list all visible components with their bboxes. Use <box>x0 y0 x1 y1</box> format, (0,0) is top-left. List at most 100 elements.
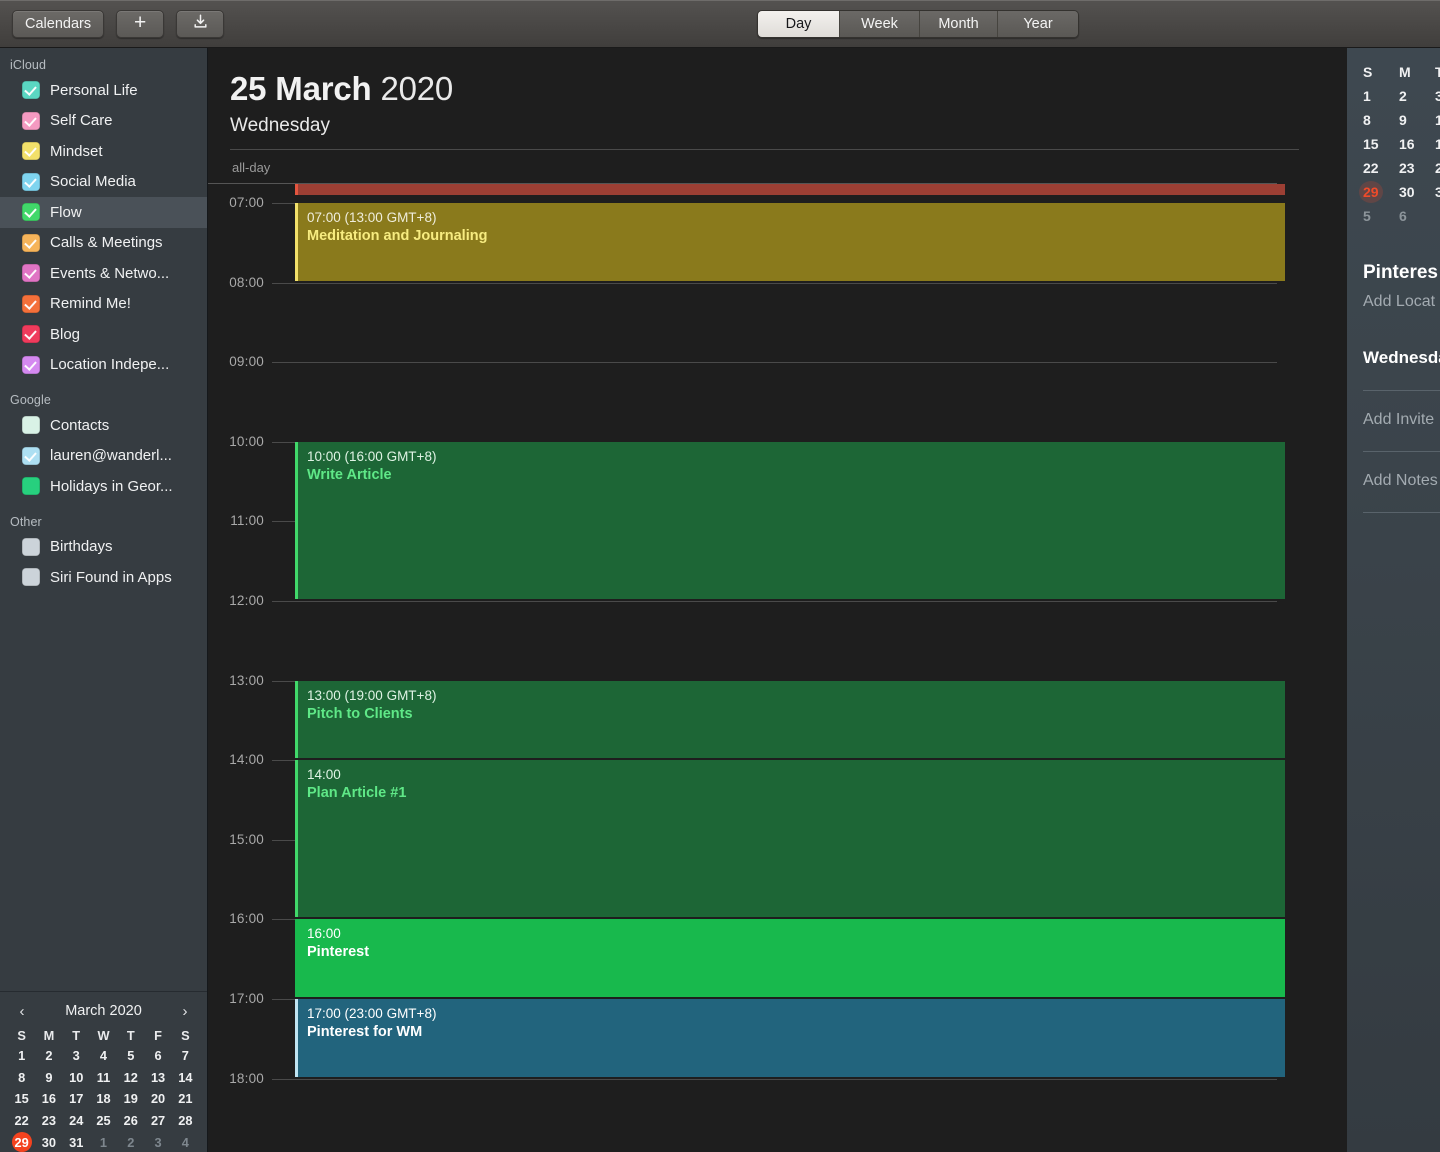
mini-calendar-day[interactable]: 7 <box>172 1045 199 1067</box>
sidebar-item-siri-found-in-apps[interactable]: Siri Found in Apps <box>0 562 207 593</box>
calendar-checkbox-icon[interactable] <box>22 568 40 587</box>
inspector-day[interactable] <box>1435 204 1440 228</box>
mini-calendar-day[interactable]: 28 <box>172 1110 199 1132</box>
mini-calendar-day[interactable]: 20 <box>144 1088 171 1110</box>
inspector-day[interactable]: 3 <box>1435 84 1440 108</box>
calendar-checkbox-icon[interactable] <box>22 172 40 191</box>
calendar-checkbox-icon[interactable] <box>22 142 40 161</box>
inspector-day[interactable]: 8 <box>1363 108 1399 132</box>
inspector-add-notes[interactable]: Add Notes <box>1363 472 1440 490</box>
mini-calendar-day[interactable]: 11 <box>90 1067 117 1089</box>
mini-calendar-day[interactable]: 8 <box>8 1067 35 1089</box>
calendar-checkbox-icon[interactable] <box>22 446 40 465</box>
sidebar-item-mindset[interactable]: Mindset <box>0 136 207 167</box>
calendar-event[interactable]: 16:00 Pinterest <box>295 919 1285 997</box>
add-event-button[interactable]: + <box>116 9 165 38</box>
mini-calendar-day[interactable]: 21 <box>172 1088 199 1110</box>
calendar-checkbox-icon[interactable] <box>22 203 40 222</box>
mini-calendar-day[interactable]: 18 <box>90 1088 117 1110</box>
inspector-day[interactable]: 15 <box>1363 132 1399 156</box>
mini-calendar-day[interactable]: 2 <box>35 1045 62 1067</box>
mini-calendar-day[interactable]: 6 <box>144 1045 171 1067</box>
sidebar-item-flow[interactable]: Flow <box>0 197 207 228</box>
sidebar-item-calls-meetings[interactable]: Calls & Meetings <box>0 228 207 259</box>
mini-calendar-day[interactable]: 31 <box>63 1131 90 1152</box>
calendars-button[interactable]: Calendars <box>12 9 105 38</box>
hour-grid[interactable]: 07:00 08:00 09:00 10:00 11:00 12:00 13:00 14:00… <box>208 190 1297 1152</box>
sidebar-item-blog[interactable]: Blog <box>0 319 207 350</box>
inspector-day[interactable]: 3 <box>1435 180 1440 204</box>
inspector-day[interactable]: 16 <box>1399 132 1435 156</box>
calendar-event[interactable]: 13:00 (19:00 GMT+8) Pitch to Clients <box>295 680 1285 759</box>
chevron-right-icon[interactable]: › <box>177 1003 193 1020</box>
mini-calendar-day[interactable]: 25 <box>90 1110 117 1132</box>
mini-calendar-day[interactable]: 2 <box>117 1131 144 1152</box>
sidebar-item-contacts[interactable]: Contacts <box>0 410 207 441</box>
calendar-list[interactable]: iCloud Personal Life Self Care Mindset Socia… <box>0 48 207 991</box>
sidebar-item-holidays-in-geor[interactable]: Holidays in Geor... <box>0 471 207 502</box>
mini-calendar-day-today[interactable]: 29 <box>8 1131 35 1152</box>
calendar-checkbox-icon[interactable] <box>22 355 40 374</box>
all-day-row[interactable]: all-day <box>208 150 1297 195</box>
mini-calendar-day[interactable]: 4 <box>172 1131 199 1152</box>
mini-calendar[interactable]: ‹ March 2020 › S M T W T F S 1 2 3 4 5 6 7 8 9 10 11 12 13 1… <box>0 991 207 1152</box>
calendar-event[interactable]: 07:00 (13:00 GMT+8) Meditation and Journa… <box>295 203 1285 281</box>
sidebar-item-location-indepe[interactable]: Location Indepe... <box>0 350 207 381</box>
sidebar-item-lauren-wanderl[interactable]: lauren@wanderl... <box>0 441 207 472</box>
sidebar-item-personal-life[interactable]: Personal Life <box>0 75 207 106</box>
mini-calendar-grid[interactable]: S M T W T F S 1 2 3 4 5 6 7 8 9 10 11 12 13 14 15 16 17 18 19 20 21… <box>8 1025 199 1152</box>
inspector-day[interactable]: 2 <box>1399 84 1435 108</box>
inspector-add-invitees[interactable]: Add Invite <box>1363 411 1440 429</box>
mini-calendar-day[interactable]: 3 <box>144 1131 171 1152</box>
inspector-day[interactable]: 9 <box>1399 108 1435 132</box>
calendar-checkbox-icon[interactable] <box>22 81 40 100</box>
inspector-day[interactable]: 1 <box>1435 108 1440 132</box>
mini-calendar-day[interactable]: 16 <box>35 1088 62 1110</box>
calendar-event[interactable]: 14:00 Plan Article #1 <box>295 760 1285 918</box>
inspector-when[interactable]: Wednesda <box>1363 348 1440 368</box>
calendar-event[interactable]: 10:00 (16:00 GMT+8) Write Article <box>295 441 1285 599</box>
mini-calendar-day[interactable]: 22 <box>8 1110 35 1132</box>
tab-day[interactable]: Day <box>758 11 840 37</box>
inspector-day[interactable]: 6 <box>1399 204 1435 228</box>
tab-month[interactable]: Month <box>920 11 998 37</box>
calendar-checkbox-icon[interactable] <box>22 477 40 496</box>
sidebar-item-events-netwo[interactable]: Events & Netwo... <box>0 258 207 289</box>
chevron-left-icon[interactable]: ‹ <box>14 1003 30 1020</box>
calendar-checkbox-icon[interactable] <box>22 325 40 344</box>
calendar-checkbox-icon[interactable] <box>22 111 40 130</box>
tab-week[interactable]: Week <box>840 11 920 37</box>
mini-calendar-day[interactable]: 5 <box>117 1045 144 1067</box>
mini-calendar-day[interactable]: 27 <box>144 1110 171 1132</box>
inspector-day[interactable]: 1 <box>1363 84 1399 108</box>
mini-calendar-day[interactable]: 24 <box>63 1110 90 1132</box>
mini-calendar-day[interactable]: 12 <box>117 1067 144 1089</box>
mini-calendar-day[interactable]: 4 <box>90 1045 117 1067</box>
mini-calendar-day[interactable]: 19 <box>117 1088 144 1110</box>
mini-calendar-day[interactable]: 15 <box>8 1088 35 1110</box>
mini-calendar-day[interactable]: 13 <box>144 1067 171 1089</box>
sidebar-item-social-media[interactable]: Social Media <box>0 167 207 198</box>
mini-calendar-day[interactable]: 1 <box>8 1045 35 1067</box>
calendar-checkbox-icon[interactable] <box>22 537 40 556</box>
inspector-day[interactable]: 23 <box>1399 156 1435 180</box>
sidebar-item-self-care[interactable]: Self Care <box>0 106 207 137</box>
calendar-checkbox-icon[interactable] <box>22 416 40 435</box>
inspector-day[interactable]: 2 <box>1435 156 1440 180</box>
mini-calendar-day[interactable]: 23 <box>35 1110 62 1132</box>
mini-calendar-day[interactable]: 1 <box>90 1131 117 1152</box>
sidebar-item-remind-me[interactable]: Remind Me! <box>0 289 207 320</box>
inspector-day[interactable]: 22 <box>1363 156 1399 180</box>
mini-calendar-day[interactable]: 30 <box>35 1131 62 1152</box>
calendar-event[interactable]: 17:00 (23:00 GMT+8) Pinterest for WM <box>295 999 1285 1077</box>
calendar-checkbox-icon[interactable] <box>22 264 40 283</box>
inspector-add-location[interactable]: Add Locat <box>1363 293 1440 311</box>
inspector-day[interactable]: 30 <box>1399 180 1435 204</box>
event-inspector-popover[interactable]: S M T 1 2 3 8 9 1 15 16 1 22 23 2 29 30 3 5 6 Pinteres Add … <box>1347 48 1440 1152</box>
view-switcher[interactable]: Day Week Month Year <box>757 10 1079 38</box>
calendar-checkbox-icon[interactable] <box>22 294 40 313</box>
mini-calendar-day[interactable]: 3 <box>63 1045 90 1067</box>
tab-year[interactable]: Year <box>998 11 1078 37</box>
mini-calendar-day[interactable]: 14 <box>172 1067 199 1089</box>
inspector-mini-calendar-grid[interactable]: S M T 1 2 3 8 9 1 15 16 1 22 23 2 29 30 3 5 6 <box>1359 60 1440 228</box>
